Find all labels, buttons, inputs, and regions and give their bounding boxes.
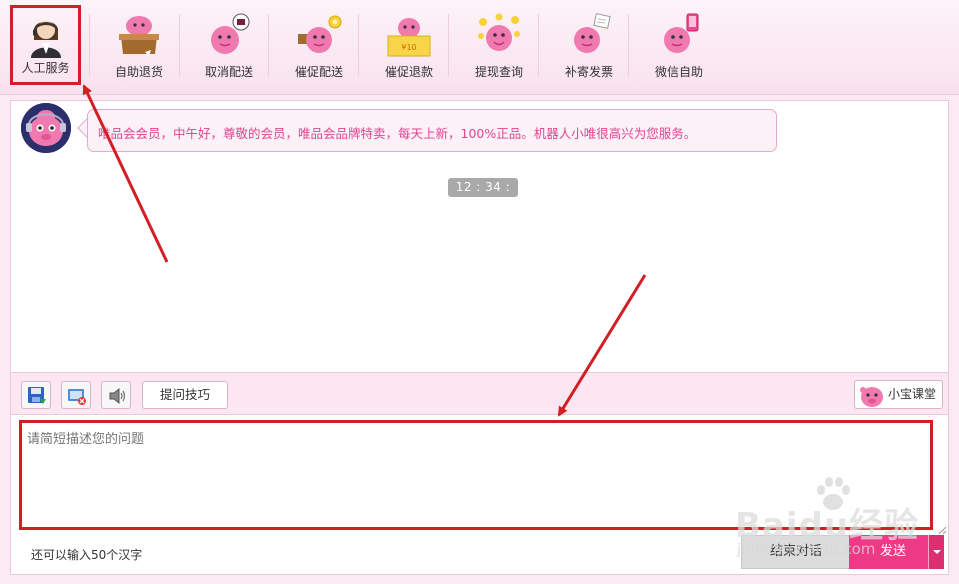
top-toolbar: 人工服务 自助退货 取消配送 催促配送 ¥10 催促退款 提现查询 补寄发票 微… bbox=[0, 0, 959, 95]
input-toolbar: 提问技巧 小宝课堂 bbox=[10, 373, 949, 415]
wechat-self-service-icon bbox=[664, 13, 699, 53]
toolbar-item-label: 微信自助 bbox=[654, 65, 703, 79]
screenshot-button[interactable] bbox=[61, 381, 91, 409]
send-options-dropdown[interactable] bbox=[928, 535, 944, 569]
send-button[interactable]: 发送 bbox=[849, 535, 937, 569]
toolbar-item-urge-refund[interactable]: ¥10 催促退款 bbox=[366, 6, 452, 86]
toolbar-divider bbox=[628, 14, 629, 76]
refund-ticket-text: ¥10 bbox=[401, 43, 416, 52]
toolbar-item-withdraw-query[interactable]: 提现查询 bbox=[456, 6, 542, 86]
toolbar-item-label: 取消配送 bbox=[204, 65, 253, 79]
toolbar-item-label: 自助退货 bbox=[114, 65, 163, 79]
toolbar-item-urge-delivery[interactable]: 催促配送 bbox=[276, 6, 362, 86]
message-timestamp: 12 : 34 : 12 bbox=[448, 178, 518, 213]
toolbar-divider bbox=[448, 14, 449, 76]
message-compose-area: 还可以输入50个汉字 结束对话 发送 bbox=[10, 415, 949, 575]
toolbar-item-customer-service[interactable]: 人工服务 bbox=[10, 5, 81, 85]
question-input[interactable] bbox=[19, 420, 933, 530]
save-icon bbox=[28, 387, 46, 404]
toolbar-divider bbox=[179, 14, 180, 76]
toolbar-item-label: 催促配送 bbox=[294, 65, 343, 79]
xiaobao-class-label: 小宝课堂 bbox=[888, 387, 937, 401]
toolbar-divider bbox=[358, 14, 359, 76]
urge-refund-icon: ¥10 bbox=[387, 18, 431, 57]
bot-greeting-message: 唯品会会员，中午好，尊敬的会员，唯品会品牌特卖，每天上新，100%正品。机器人小… bbox=[87, 109, 777, 152]
sound-toggle-button[interactable] bbox=[101, 381, 131, 409]
pig-mascot-icon bbox=[860, 387, 883, 407]
save-chat-button[interactable] bbox=[21, 381, 51, 409]
return-goods-icon bbox=[119, 16, 159, 56]
chat-history: 唯品会会员，中午好，尊敬的会员，唯品会品牌特卖，每天上新，100%正品。机器人小… bbox=[10, 100, 949, 373]
withdraw-query-icon bbox=[478, 13, 520, 51]
customer-service-icon bbox=[30, 21, 61, 58]
cancel-delivery-icon bbox=[211, 13, 250, 54]
end-chat-button[interactable]: 结束对话 bbox=[741, 535, 851, 569]
screenshot-icon bbox=[68, 389, 86, 405]
bot-avatar-icon bbox=[21, 103, 71, 153]
urge-delivery-icon bbox=[298, 15, 342, 53]
toolbar-divider bbox=[538, 14, 539, 76]
resend-invoice-icon bbox=[574, 13, 611, 53]
toolbar-item-label: 提现查询 bbox=[474, 65, 523, 79]
toolbar-item-return-goods[interactable]: 自助退货 bbox=[96, 6, 182, 86]
toolbar-item-label: 人工服务 bbox=[21, 61, 70, 75]
toolbar-item-cancel-delivery[interactable]: 取消配送 bbox=[186, 6, 272, 86]
character-counter: 还可以输入50个汉字 bbox=[31, 548, 143, 562]
toolbar-item-resend-invoice[interactable]: 补寄发票 bbox=[546, 6, 632, 86]
toolbar-divider bbox=[89, 14, 90, 76]
toolbar-divider bbox=[268, 14, 269, 76]
question-tips-button[interactable]: 提问技巧 bbox=[142, 381, 228, 409]
toolbar-item-label: 补寄发票 bbox=[564, 65, 613, 79]
toolbar-item-wechat-self-service[interactable]: 微信自助 bbox=[636, 6, 722, 86]
bot-avatar bbox=[21, 103, 71, 153]
xiaobao-class-button[interactable]: 小宝课堂 bbox=[854, 380, 943, 409]
toolbar-item-label: 催促退款 bbox=[384, 65, 433, 79]
speaker-icon bbox=[109, 387, 126, 405]
resize-grip-icon[interactable] bbox=[937, 525, 947, 535]
